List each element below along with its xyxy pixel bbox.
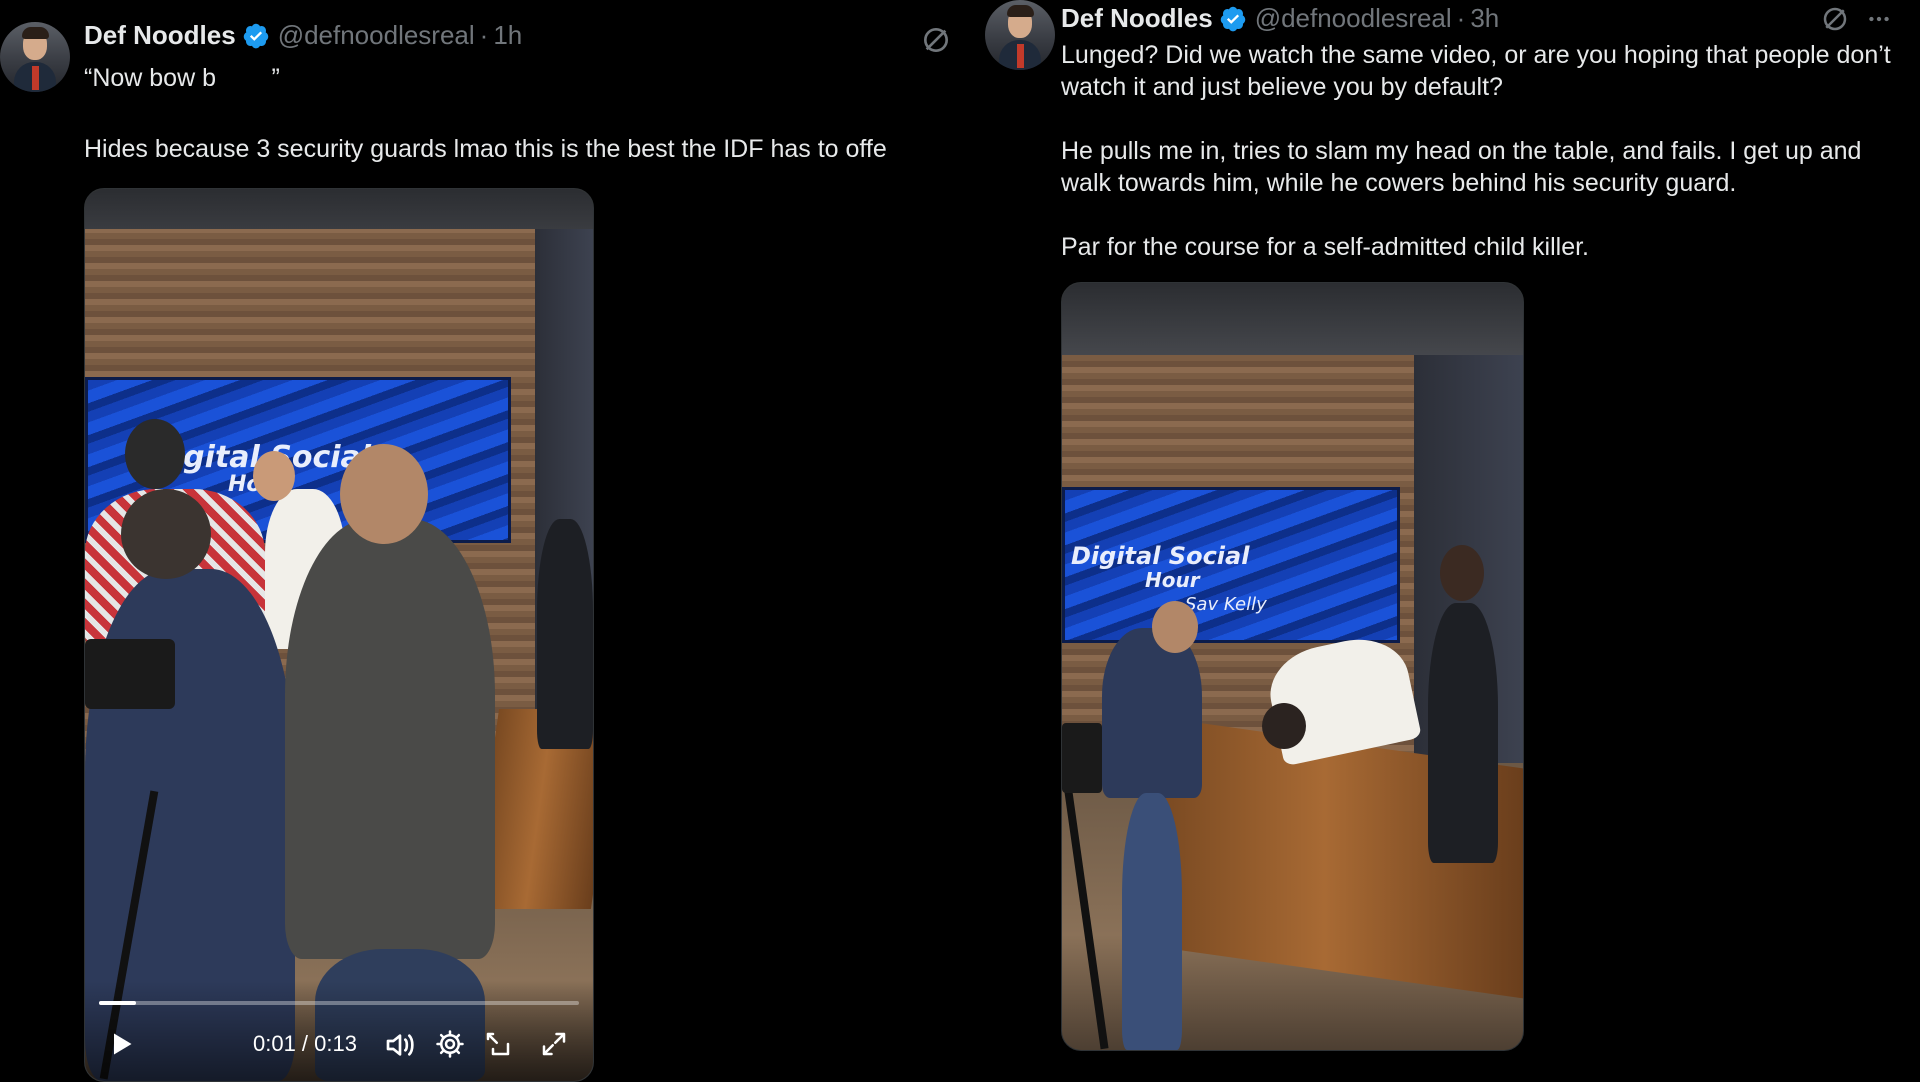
person-background-head [1440, 545, 1484, 601]
person-navy-head [121, 489, 211, 579]
more-options-icon[interactable] [1863, 6, 1895, 32]
screen-title-2: Hour [1145, 568, 1200, 592]
person-bending-head [1262, 703, 1306, 749]
person-navy-suit [1102, 628, 1202, 798]
tweet-paragraph-3: Par for the course for a self-admitted c… [1061, 233, 1590, 261]
separator-dot: · [1456, 3, 1466, 33]
person-background-suit [1428, 603, 1498, 863]
scene-screen: Digital Social Hour Sav Kelly [1062, 487, 1400, 643]
avatar-hair [1007, 5, 1034, 17]
person-navy-head [1152, 601, 1198, 653]
person-jeans [1122, 793, 1182, 1050]
settings-gear-icon[interactable] [435, 1029, 465, 1059]
grok-icon[interactable] [1820, 4, 1850, 34]
timestamp[interactable]: 1h [493, 20, 522, 51]
scene-ceiling [1062, 283, 1523, 355]
camera-body [85, 639, 175, 709]
tweet-text-line2: Hides because 3 security guards lmao thi… [84, 135, 887, 163]
tweet-paragraph-1: Lunged? Did we watch the same video, or … [1061, 41, 1891, 101]
handle[interactable]: @defnoodlesreal [278, 20, 475, 51]
avatar-hair [22, 27, 49, 39]
handle[interactable]: @defnoodlesreal [1255, 3, 1452, 34]
avatar-tie [32, 66, 39, 90]
verified-badge-icon [1220, 6, 1245, 31]
video-progress-fill [99, 1001, 136, 1005]
fullscreen-icon[interactable] [539, 1029, 569, 1059]
pip-icon[interactable] [483, 1029, 513, 1059]
avatar[interactable] [0, 22, 70, 92]
tweet-text-line1: “Now bow b ” [84, 64, 280, 92]
video-progress-bar[interactable] [99, 1001, 579, 1005]
tweet-paragraph-2: He pulls me in, tries to slam my head on… [1061, 137, 1862, 197]
person-cap-head [125, 419, 185, 489]
volume-icon[interactable] [384, 1029, 416, 1061]
separator-dot: · [479, 20, 489, 50]
tweet-header: Def Noodles @defnoodlesreal · 1h [84, 20, 522, 51]
camera-body [1062, 723, 1102, 793]
grok-icon[interactable] [920, 24, 952, 56]
play-icon[interactable] [107, 1029, 135, 1059]
video-time: 0:01 / 0:13 [253, 1031, 357, 1056]
timestamp[interactable]: 3h [1470, 3, 1499, 34]
person-background-suit [537, 519, 593, 749]
video-player[interactable]: Digital Social Hour Sav Kelly [1061, 282, 1524, 1051]
person-white-head [253, 451, 295, 501]
screen-title: Digital Social [1071, 542, 1250, 570]
video-player[interactable]: Digital Social Ho 0:01 / 0:13 [84, 188, 594, 1082]
display-name[interactable]: Def Noodles [1061, 3, 1213, 34]
verified-badge-icon [243, 23, 268, 48]
tweet-left[interactable]: Def Noodles @defnoodlesreal · 1h “Now bo… [0, 0, 990, 1082]
tweet-header: Def Noodles @defnoodlesreal · 3h [1061, 3, 1499, 34]
person-grey-tshirt [285, 519, 495, 959]
avatar[interactable] [985, 0, 1055, 70]
avatar-tie [1017, 44, 1024, 68]
display-name[interactable]: Def Noodles [84, 20, 236, 51]
person-grey-head [340, 444, 428, 544]
video-controls: 0:01 / 0:13 [85, 981, 593, 1081]
screen-subtitle: Sav Kelly [1185, 594, 1267, 615]
